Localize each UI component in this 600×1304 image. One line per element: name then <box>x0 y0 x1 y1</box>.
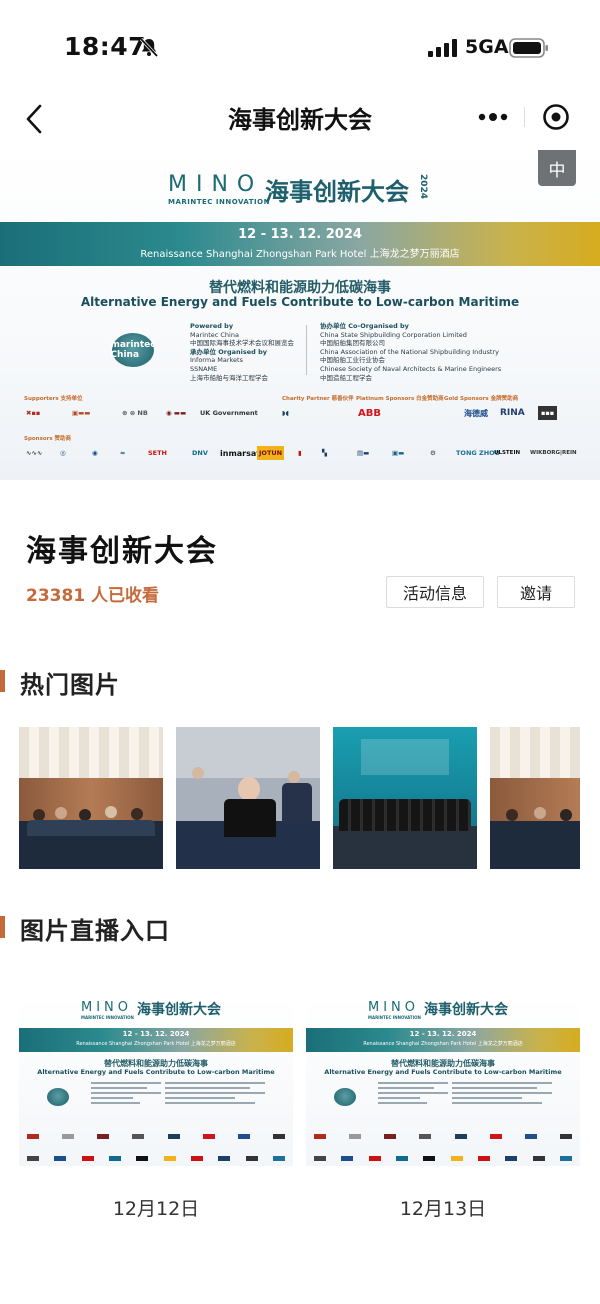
miniprogram-capsule <box>462 96 586 138</box>
sponsor-logo: UK Government <box>200 409 258 417</box>
sponsor-labels: Supporters 支持单位 Charity Partner 慈善伙伴 Pla… <box>24 396 519 402</box>
sponsor-logo: ⊛ ⊜ NB <box>122 409 148 417</box>
live-entry-date-2[interactable]: 12月13日 <box>306 1194 580 1221</box>
event-banner: MINO MARINTEC INNOVATION 海事创新大会 2024 12 … <box>0 150 600 480</box>
sponsor-logo: ULSTEIN <box>494 450 521 456</box>
hot-photos-title: 热门图片 <box>20 671 120 699</box>
banner-year: 2024 <box>418 174 428 200</box>
hot-photo-1[interactable] <box>19 727 163 869</box>
sponsor-logo: ◉ <box>92 449 98 457</box>
sponsor-logo: ABB <box>358 407 381 419</box>
banner-theme-english: Alternative Energy and Fuels Contribute … <box>80 295 520 309</box>
marintec-china-logo <box>47 1088 69 1106</box>
sponsor-logo: ▣▬ <box>392 449 405 457</box>
banner-theme-chinese: 替代燃料和能源助力低碳海事 <box>209 280 391 296</box>
live-entry-date-1[interactable]: 12月12日 <box>19 1194 293 1221</box>
sponsor-logo: WIKBORG|REIN <box>530 450 577 456</box>
activity-info-button[interactable]: 活动信息 <box>386 576 484 608</box>
sponsor-logo: ⚙ <box>430 449 436 457</box>
marintec-china-logo <box>334 1088 356 1106</box>
powered-by-block: Powered by Marintec China 中国国际海事技术学术会议和展… <box>190 322 294 382</box>
live-entry-title: 图片直播入口 <box>20 917 170 945</box>
cellular-signal-icon <box>428 39 457 57</box>
live-entry-card-1[interactable]: MINO MARINTEC INNOVATION 海事创新大会 12 - 13.… <box>19 996 293 1166</box>
banner-date-band: 12 - 13. 12. 2024 Renaissance Shanghai Z… <box>0 222 600 266</box>
sponsor-logo: 海德威 <box>464 408 488 418</box>
sponsor-logo: ▮ <box>298 449 302 457</box>
sponsor-logo: ✖▪▪ <box>26 409 41 417</box>
more-dots-icon <box>478 113 508 121</box>
hot-photo-2[interactable] <box>176 727 320 869</box>
close-miniprogram-button[interactable] <box>525 96 586 138</box>
status-bar: 18:47 5GA <box>0 0 600 96</box>
network-type-label: 5GA <box>465 36 509 58</box>
co-organised-block: 协办单位 Co-Organised by China State Shipbui… <box>320 322 502 382</box>
sponsor-logo: ▪▪▪ <box>538 406 558 420</box>
language-toggle-button[interactable]: 中 <box>538 150 576 186</box>
sponsor-logo: DNV <box>192 449 208 457</box>
sponsor-logo: RINA <box>500 408 525 418</box>
sponsor-logo: ▤▬ <box>357 449 370 457</box>
banner-title: 海事创新大会 <box>265 178 409 206</box>
banner-venue: Renaissance Shanghai Zhongshan Park Hote… <box>140 249 460 260</box>
organiser-divider <box>306 325 307 375</box>
event-name: 海事创新大会 <box>26 534 218 569</box>
sponsor-logo: ▚ <box>322 449 327 457</box>
sponsor-logo-row-2: ∿∿∿ ◎ ◉ ≈ SETH DNV inmarsat JOTUN ▮ ▚ ▤▬… <box>24 446 584 462</box>
chevron-left-icon <box>26 104 42 134</box>
sponsor-logo: inmarsat <box>220 448 261 458</box>
sponsor-logo: ∿∿∿ <box>26 449 43 457</box>
section-accent-bar <box>0 916 5 938</box>
sponsor-logo: ◉ ▬▬ <box>166 409 187 417</box>
view-count: 23381 人已收看 <box>26 586 160 606</box>
more-options-button[interactable] <box>462 96 524 138</box>
hot-photo-3[interactable] <box>333 727 477 869</box>
sponsor-logo: ▣▬▬ <box>72 409 91 417</box>
hot-photo-4[interactable] <box>490 727 580 869</box>
back-button[interactable] <box>18 100 50 138</box>
invite-button[interactable]: 邀请 <box>497 576 575 608</box>
battery-icon <box>509 38 548 58</box>
navigation-bar: 海事创新大会 <box>0 96 600 140</box>
status-time: 18:47 <box>64 32 147 61</box>
mino-logo: MINO <box>168 172 264 197</box>
sponsor-logo: JOTUN <box>257 446 285 460</box>
section-accent-bar <box>0 670 5 692</box>
live-entry-card-2[interactable]: MINO MARINTEC INNOVATION 海事创新大会 12 - 13.… <box>306 996 580 1166</box>
sponsor-logo: ◗◖ <box>282 409 289 417</box>
sponsor-logo: SETH <box>148 449 167 457</box>
sponsor-logo: ◎ <box>60 449 66 457</box>
sponsor-logo: ≈ <box>120 449 126 457</box>
sponsor-labels-2: Sponsors 赞助商 <box>24 436 72 442</box>
marintec-china-logo: marintec China <box>110 333 156 367</box>
sponsor-logo-row-1: ✖▪▪ ▣▬▬ ⊛ ⊜ NB ◉ ▬▬ UK Government ◗◖ ABB… <box>24 406 584 422</box>
banner-logo-row: MINO MARINTEC INNOVATION 海事创新大会 2024 <box>0 172 600 206</box>
bell-muted-icon <box>139 37 159 58</box>
mino-logo-subtitle: MARINTEC INNOVATION <box>168 198 270 206</box>
target-close-icon <box>542 104 569 130</box>
banner-dates: 12 - 13. 12. 2024 <box>238 227 362 242</box>
